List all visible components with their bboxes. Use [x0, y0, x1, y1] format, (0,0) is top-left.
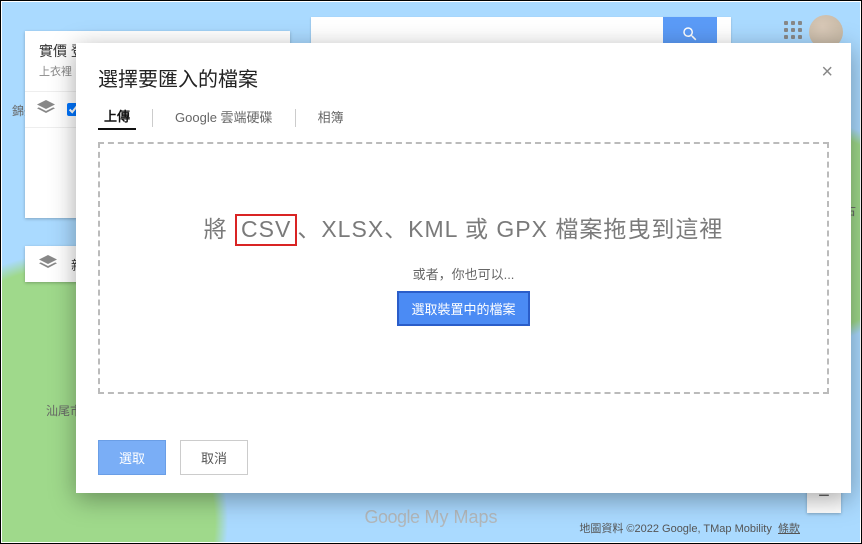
drop-or-text: 或者，你也可以...	[413, 264, 515, 283]
dialog-tabs: 上傳 Google 雲端硬碟 相簿	[76, 106, 851, 142]
drop-zone[interactable]: 將 CSV、XLSX、KML 或 GPX 檔案拖曳到這裡 或者，你也可以... …	[98, 142, 829, 394]
layers-icon[interactable]	[37, 100, 55, 119]
tab-drive[interactable]: Google 雲端硬碟	[169, 107, 279, 129]
mymaps-watermark: Google My Maps	[364, 507, 497, 528]
import-dialog: 選擇要匯入的檔案 × 上傳 Google 雲端硬碟 相簿 將 CSV、XLSX、…	[76, 43, 851, 493]
layers-icon[interactable]	[25, 255, 71, 274]
map-attribution: 地圖資料 ©2022 Google, TMap Mobility 條款	[579, 520, 800, 536]
select-button[interactable]: 選取	[98, 440, 166, 475]
tab-album[interactable]: 相簿	[312, 107, 350, 129]
terms-link[interactable]: 條款	[778, 523, 800, 535]
tab-upload[interactable]: 上傳	[98, 106, 136, 130]
cancel-button[interactable]: 取消	[180, 440, 248, 475]
search-icon	[681, 25, 699, 43]
select-file-button[interactable]: 選取裝置中的檔案	[397, 291, 529, 326]
close-icon[interactable]: ×	[821, 61, 833, 84]
apps-icon[interactable]	[784, 21, 806, 43]
dialog-title: 選擇要匯入的檔案	[76, 43, 851, 106]
highlight-csv: CSV	[235, 214, 297, 246]
drop-instruction: 將 CSV、XLSX、KML 或 GPX 檔案拖曳到這裡	[204, 210, 724, 244]
